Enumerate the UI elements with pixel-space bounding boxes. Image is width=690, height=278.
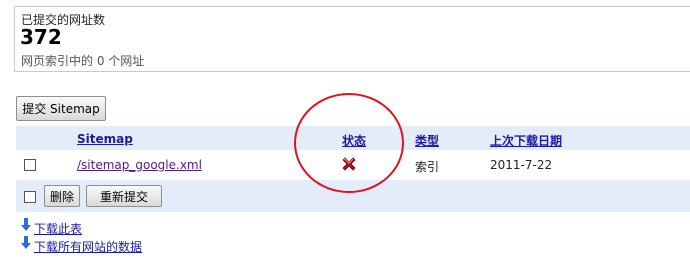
submitted-urls-panel: 已提交的网址数 372 网页索引中的 0 个网址 [14, 6, 690, 72]
last-download-date: 2011-7-22 [490, 158, 553, 172]
column-header-status[interactable]: 状态 [342, 132, 366, 149]
sitemap-link[interactable]: /sitemap_google.xml [77, 158, 202, 172]
download-all-sites-link[interactable]: 下载所有网站的数据 [34, 238, 142, 255]
column-header-sitemap[interactable]: Sitemap [77, 132, 133, 146]
download-table-link[interactable]: 下载此表 [34, 220, 82, 237]
resubmit-button[interactable]: 重新提交 [86, 185, 162, 207]
select-all-checkbox[interactable] [24, 191, 36, 203]
row-actions-bar: 删除 重新提交 [16, 180, 690, 212]
indexed-urls-text: 网页索引中的 0 个网址 [21, 54, 145, 68]
download-arrow-icon [21, 236, 31, 249]
row-select-checkbox[interactable] [24, 159, 36, 171]
column-header-last-download[interactable]: 上次下载日期 [490, 132, 562, 149]
submit-sitemap-button[interactable]: 提交 Sitemap [16, 96, 106, 121]
column-header-type[interactable]: 类型 [415, 132, 439, 149]
submitted-urls-count: 372 [20, 25, 62, 49]
sitemap-table-header: Sitemap 状态 类型 上次下载日期 [16, 126, 690, 150]
delete-button[interactable]: 删除 [44, 185, 80, 207]
sitemap-type: 索引 [415, 160, 440, 174]
error-x-icon [342, 157, 356, 171]
download-arrow-icon [21, 218, 31, 231]
